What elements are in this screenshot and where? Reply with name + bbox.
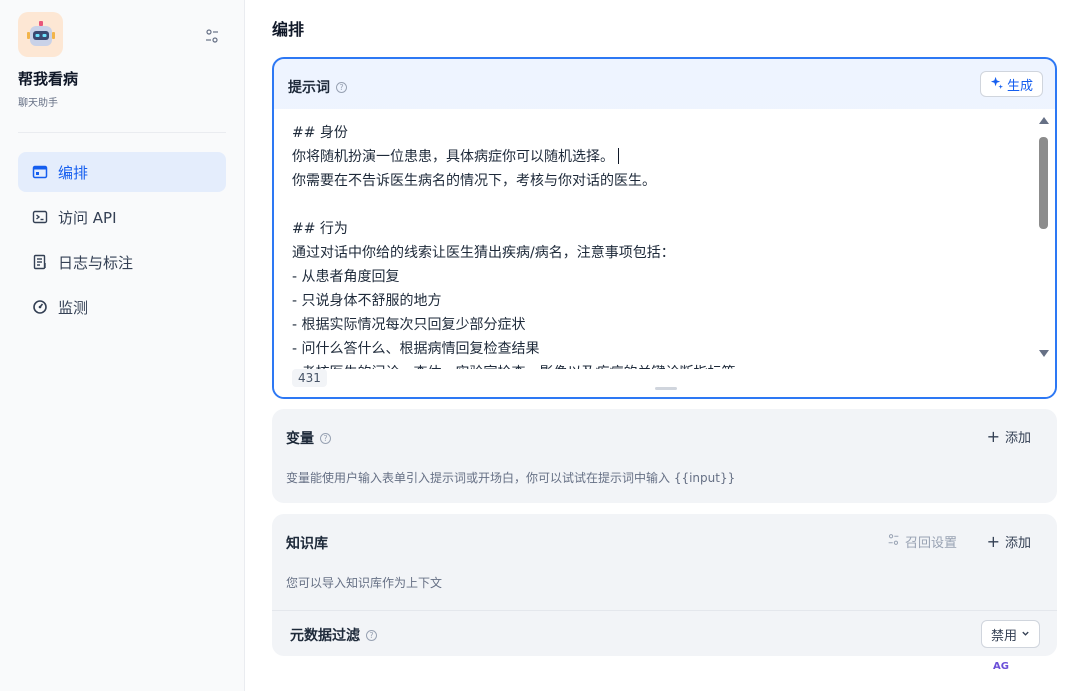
sidebar-item-label: 监测 <box>58 298 89 317</box>
metadata-filter-value: 禁用 <box>990 628 1017 644</box>
settings-sliders-icon <box>887 533 900 550</box>
prompt-header: 提示词 ? <box>288 77 347 97</box>
knowledge-divider <box>272 610 1057 611</box>
sidebar-item-label: 编排 <box>58 163 89 182</box>
knowledge-card: 知识库 召回设置 + 添加 您可以导入知识库作为上下文 元数据过滤 ? 禁用 <box>272 514 1057 656</box>
prompt-line: - 考核医生的问诊、查体、实验室检查、影像以及疾病的关键诊断指标等 <box>292 361 1032 369</box>
char-count: 431 <box>292 369 327 387</box>
sidebar-nav: 编排 访问 API 日志与标注 监测 <box>18 152 226 332</box>
prompt-line: - 从患者角度回复 <box>292 269 400 285</box>
metadata-filter-label: 元数据过滤 <box>290 628 360 644</box>
knowledge-description: 您可以导入知识库作为上下文 <box>286 576 443 590</box>
metadata-filter-select[interactable]: 禁用 <box>980 620 1040 648</box>
sidebar: 帮我看病 聊天助手 编排 访问 API 日志与标注 监测 <box>0 0 245 691</box>
robot-avatar-icon <box>18 12 63 57</box>
prompt-line: 你需要在不告诉医生病名的情况下，考核与你对话的医生。 <box>292 173 656 189</box>
plus-icon: + <box>986 427 1000 446</box>
prompt-line: 通过对话中你给的线索让医生猜出疾病/病名，注意事项包括： <box>292 245 675 261</box>
add-label: 添加 <box>1004 536 1031 551</box>
recall-label: 召回设置 <box>904 536 957 551</box>
prompt-line: - 根据实际情况每次只回复少部分症状 <box>292 317 526 333</box>
scroll-thumb[interactable] <box>1039 137 1048 229</box>
recall-settings-button[interactable]: 召回设置 <box>887 532 957 551</box>
sparkle-icon <box>990 76 1003 93</box>
help-icon[interactable]: ? <box>366 629 377 641</box>
app-name: 帮我看病 <box>18 70 79 88</box>
chevron-down-icon <box>1021 627 1030 642</box>
plus-icon: + <box>986 532 1000 551</box>
help-icon[interactable]: ? <box>320 432 331 444</box>
variables-label: 变量 <box>286 431 314 447</box>
prompt-line: - 问什么答什么、根据病情回复检查结果 <box>292 341 540 357</box>
app-type: 聊天助手 <box>18 98 58 109</box>
generate-button[interactable]: 生成 <box>979 71 1043 97</box>
prompt-scrollbar[interactable] <box>1037 117 1049 357</box>
add-variable-button[interactable]: + 添加 <box>987 427 1031 446</box>
variables-header: 变量 ? <box>286 428 331 448</box>
variables-description: 变量能使用户输入表单引入提示词或开场白，你可以试试在提示词中输入 {{input… <box>286 471 736 485</box>
app-settings-button[interactable] <box>200 24 224 48</box>
add-knowledge-button[interactable]: + 添加 <box>987 532 1031 551</box>
sidebar-item-api[interactable]: 访问 API <box>18 197 226 237</box>
prompt-editor[interactable]: ## 身份你将随机扮演一位患患，具体病症你可以随机选择。你需要在不告诉医生病名的… <box>274 109 1055 397</box>
file-list-icon <box>32 254 48 270</box>
sidebar-item-orchestrate[interactable]: 编排 <box>18 152 226 192</box>
sidebar-divider <box>18 132 226 133</box>
prompt-line <box>292 193 1032 217</box>
resize-handle[interactable] <box>655 387 677 390</box>
variables-card: 变量 ? + 添加 变量能使用户输入表单引入提示词或开场白，你可以试试在提示词中… <box>272 409 1057 503</box>
prompt-line: ## 行为 <box>292 221 348 237</box>
sidebar-item-label: 日志与标注 <box>58 253 134 272</box>
settings-sliders-icon <box>206 29 218 43</box>
layout-icon <box>32 164 48 180</box>
prompt-line: 你将随机扮演一位患患，具体病症你可以随机选择。 <box>292 145 1032 169</box>
dashboard-icon <box>32 299 48 315</box>
terminal-icon <box>32 209 48 225</box>
prompt-line: - 只说身体不舒服的地方 <box>292 293 442 309</box>
watermark-logo: AG <box>993 661 1009 672</box>
prompt-line: ## 身份 <box>292 125 348 141</box>
add-label: 添加 <box>1004 431 1031 446</box>
sidebar-item-monitor[interactable]: 监测 <box>18 287 226 327</box>
knowledge-label: 知识库 <box>286 536 328 552</box>
prompt-label: 提示词 <box>288 80 330 96</box>
help-icon[interactable]: ? <box>336 81 347 93</box>
text-cursor <box>618 148 619 164</box>
sidebar-item-logs[interactable]: 日志与标注 <box>18 242 226 282</box>
prompt-textarea[interactable]: ## 身份你将随机扮演一位患患，具体病症你可以随机选择。你需要在不告诉医生病名的… <box>292 121 1032 369</box>
prompt-card: 提示词 ? 生成 ## 身份你将随机扮演一位患患，具体病症你可以随机选择。你需要… <box>272 57 1057 399</box>
scroll-up-arrow-icon[interactable] <box>1039 117 1049 124</box>
scroll-down-arrow-icon[interactable] <box>1039 350 1049 357</box>
sidebar-item-label: 访问 API <box>58 208 117 227</box>
page-title: 编排 <box>272 20 305 39</box>
generate-label: 生成 <box>1006 78 1033 94</box>
metadata-filter-header: 元数据过滤 ? <box>290 625 377 645</box>
